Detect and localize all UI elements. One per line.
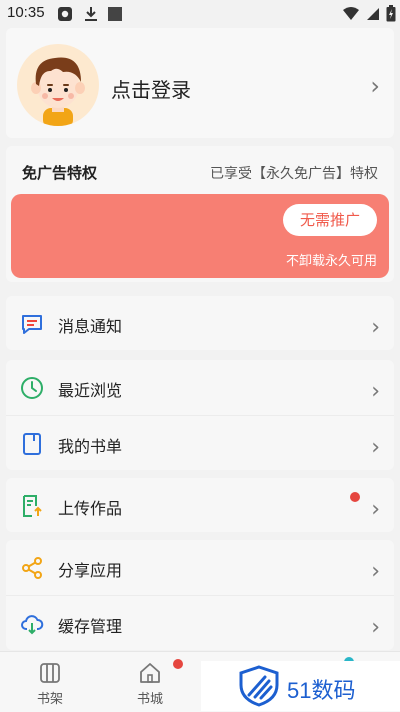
download-icon	[84, 6, 98, 26]
tab-bookstore[interactable]: 书城	[100, 652, 200, 712]
message-icon	[20, 312, 44, 336]
chevron-right-icon: ›	[371, 379, 380, 404]
tab-bookshelf[interactable]: 书架	[0, 652, 100, 712]
signal-icon	[366, 6, 380, 25]
menu-label: 分享应用	[58, 561, 123, 580]
settings-square-icon	[57, 6, 73, 26]
browse-section: 最近浏览 › 我的书单 ›	[6, 360, 394, 470]
ad-free-status: 已享受【永久免广告】特权	[210, 166, 378, 182]
chevron-right-icon: ›	[371, 615, 380, 640]
shield-logo-icon	[237, 665, 281, 711]
menu-item-upload[interactable]: 上传作品 ›	[6, 478, 394, 532]
ad-free-title: 免广告特权	[22, 164, 98, 182]
upload-section: 上传作品 ›	[6, 478, 394, 532]
menu-item-share[interactable]: 分享应用 ›	[6, 540, 394, 594]
chevron-right-icon: ›	[370, 72, 380, 100]
home-icon	[138, 661, 162, 685]
status-time: 10:35	[7, 4, 45, 21]
ad-free-card: 免广告特权 已享受【永久免广告】特权 无需推广 不卸载永久可用	[6, 146, 394, 282]
no-promotion-button[interactable]: 无需推广	[283, 204, 377, 236]
book-icon	[20, 432, 44, 456]
watermark: 51数码	[201, 661, 400, 711]
tab-label: 书架	[36, 692, 63, 707]
image-square-icon	[107, 6, 123, 26]
wifi-icon	[342, 6, 360, 25]
menu-label: 上传作品	[58, 499, 123, 518]
menu-item-cache[interactable]: 缓存管理 ›	[6, 596, 394, 650]
chevron-right-icon: ›	[371, 497, 380, 522]
notifications-section: 消息通知 ›	[6, 296, 394, 350]
login-prompt[interactable]: 点击登录	[111, 74, 191, 103]
menu-label: 最近浏览	[58, 381, 123, 400]
notification-dot	[350, 492, 360, 502]
menu-item-notifications[interactable]: 消息通知 ›	[6, 296, 394, 350]
notification-dot	[173, 659, 183, 669]
menu-label: 消息通知	[58, 317, 123, 336]
menu-label: 缓存管理	[58, 617, 123, 636]
chevron-right-icon: ›	[371, 435, 380, 460]
battery-icon	[386, 5, 396, 26]
cloud-download-icon	[20, 612, 44, 636]
upload-document-icon	[20, 494, 44, 518]
chevron-right-icon: ›	[371, 315, 380, 340]
status-bar: 10:35	[0, 0, 400, 28]
tab-label: 书城	[136, 692, 163, 707]
profile-card[interactable]: 点击登录 ›	[6, 28, 394, 138]
menu-item-booklist[interactable]: 我的书单 ›	[6, 416, 394, 470]
bookshelf-icon	[38, 661, 62, 685]
ad-free-note: 不卸载永久可用	[285, 254, 377, 269]
share-icon	[20, 556, 44, 580]
menu-label: 我的书单	[58, 437, 123, 456]
menu-item-recent[interactable]: 最近浏览 ›	[6, 360, 394, 414]
watermark-text: 51数码	[287, 678, 356, 703]
chevron-right-icon: ›	[371, 559, 380, 584]
avatar[interactable]	[17, 44, 99, 126]
clock-icon	[20, 376, 44, 400]
app-section: 分享应用 › 缓存管理 ›	[6, 540, 394, 650]
ad-free-banner: 无需推广 不卸载永久可用	[11, 194, 389, 278]
